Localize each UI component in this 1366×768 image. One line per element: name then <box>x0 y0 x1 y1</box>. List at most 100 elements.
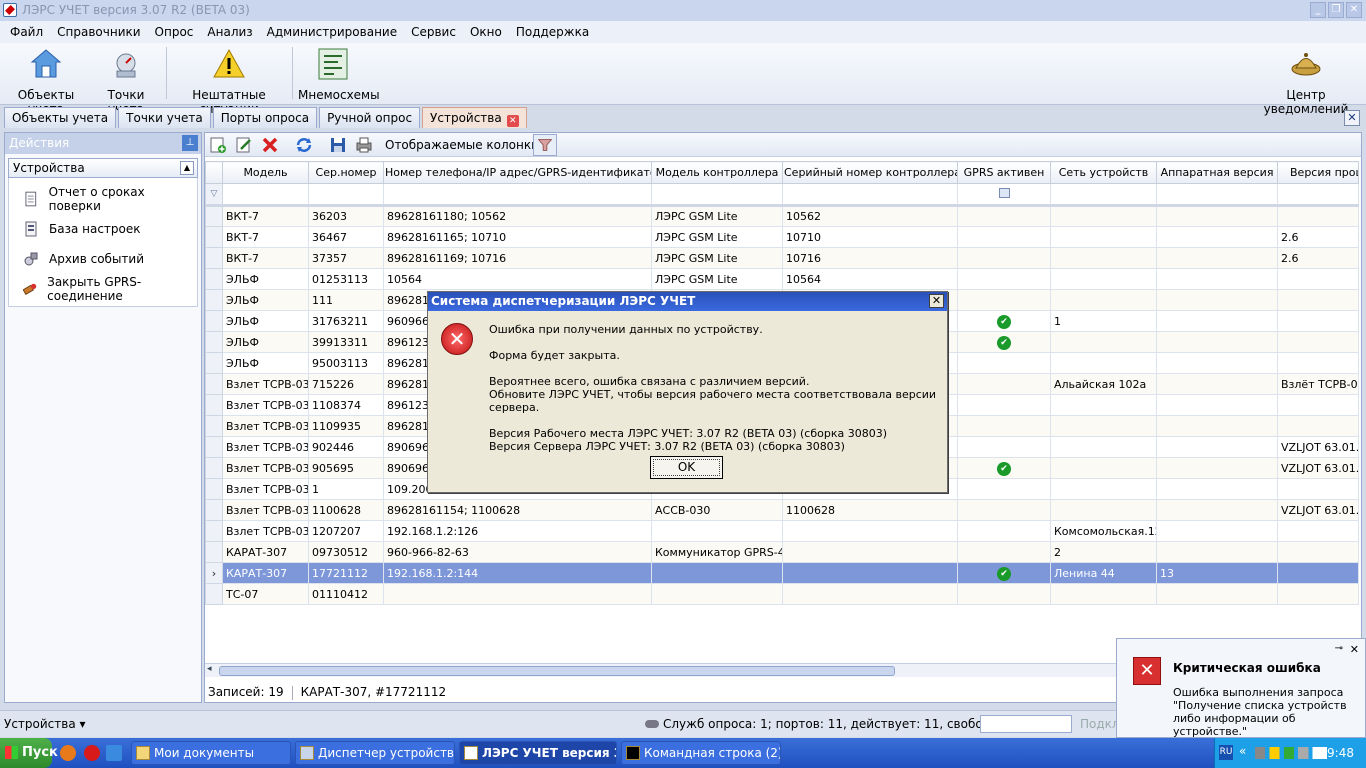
table-cell[interactable] <box>782 583 958 605</box>
table-cell[interactable]: 1 <box>1050 310 1157 332</box>
firefox-icon[interactable] <box>60 745 76 761</box>
table-cell[interactable]: 2.6 <box>1277 226 1359 248</box>
incidents-button[interactable]: Нештатные ситуации <box>172 47 286 116</box>
table-cell[interactable] <box>1156 310 1278 332</box>
table-cell[interactable] <box>957 226 1051 248</box>
table-cell[interactable]: Взлет ТСРВ-031 <box>222 373 309 395</box>
table-cell[interactable]: ✔ <box>957 310 1051 332</box>
table-cell[interactable]: 1100628 <box>308 499 384 521</box>
dialog-close-icon[interactable]: ✕ <box>929 294 944 308</box>
table-row[interactable]: ВКТ-7 37357 89628161169; 10716 ЛЭРС GSM Lit… <box>205 247 1359 269</box>
table-cell[interactable] <box>957 415 1051 437</box>
table-cell[interactable] <box>1050 436 1157 458</box>
tab-objects[interactable]: Объекты учета <box>4 107 117 128</box>
table-cell[interactable]: ЛЭРС GSM Lite <box>651 205 783 227</box>
table-cell[interactable] <box>651 583 783 605</box>
filter-cell[interactable] <box>651 183 783 207</box>
start-button[interactable]: Пуск <box>0 738 58 768</box>
notifications-button[interactable]: Центр уведомлений <box>1252 47 1360 116</box>
column-header[interactable]: Сер.номер <box>308 161 384 184</box>
row-indicator[interactable] <box>205 352 223 374</box>
table-cell[interactable] <box>1277 394 1359 416</box>
table-cell[interactable] <box>957 352 1051 374</box>
table-row[interactable]: ЭЛЬФ 01253113 10564 ЛЭРС GSM Lite 10564 <box>205 268 1359 290</box>
table-row[interactable]: Взлет ТСРВ-034 1100628 89628161154; 110062… <box>205 499 1359 521</box>
table-cell[interactable] <box>1277 520 1359 542</box>
table-cell[interactable] <box>957 394 1051 416</box>
filter-cell[interactable] <box>1156 183 1278 207</box>
table-cell[interactable] <box>1156 520 1278 542</box>
error-notification[interactable]: ⊸ ✕ ✕ Критическая ошибка Ошибка выполнен… <box>1116 638 1366 738</box>
restore-button[interactable]: ❐ <box>1328 2 1344 18</box>
tab-ports[interactable]: Порты опроса <box>212 107 318 128</box>
table-cell[interactable] <box>782 541 958 563</box>
row-indicator[interactable] <box>205 583 223 605</box>
table-cell[interactable] <box>957 478 1051 500</box>
table-cell[interactable]: ✔ <box>957 457 1051 479</box>
table-cell[interactable] <box>957 499 1051 521</box>
table-cell[interactable]: 2 <box>1050 541 1157 563</box>
table-cell[interactable]: 1100628 <box>782 499 958 521</box>
scrollbar-thumb[interactable] <box>219 666 895 676</box>
table-cell[interactable]: ЭЛЬФ <box>222 310 309 332</box>
tray-icons[interactable] <box>1255 747 1327 759</box>
action-event-archive[interactable]: Архив событий <box>9 244 197 274</box>
table-cell[interactable] <box>651 562 783 584</box>
task-lers[interactable]: ЛЭРС УЧЕТ версия 3.... <box>459 741 617 765</box>
table-cell[interactable]: Взлёт ТСРВ-030 <box>1277 373 1359 395</box>
table-cell[interactable] <box>1156 541 1278 563</box>
table-cell[interactable]: Комсомольская.126 <box>1050 520 1157 542</box>
row-indicator[interactable] <box>205 226 223 248</box>
close-window-button[interactable]: ✕ <box>1346 2 1362 18</box>
table-cell[interactable] <box>957 247 1051 269</box>
table-cell[interactable] <box>1156 583 1278 605</box>
table-cell[interactable]: 905695 <box>308 457 384 479</box>
task-cmd[interactable]: Командная строка (2) <box>621 741 781 765</box>
close-icon[interactable]: ✕ <box>1350 643 1359 656</box>
table-cell[interactable] <box>1156 436 1278 458</box>
table-cell[interactable]: 1 <box>308 478 384 500</box>
scroll-left-icon[interactable]: ◂ <box>207 664 212 674</box>
table-cell[interactable]: 1207207 <box>308 520 384 542</box>
table-cell[interactable]: 01110412 <box>308 583 384 605</box>
table-cell[interactable]: 17721112 <box>308 562 384 584</box>
table-cell[interactable] <box>1277 268 1359 290</box>
table-cell[interactable] <box>1050 205 1157 227</box>
table-cell[interactable]: ЛЭРС GSM Lite <box>651 226 783 248</box>
status-devices-dropdown[interactable]: Устройства ▾ <box>4 717 86 731</box>
table-cell[interactable] <box>957 541 1051 563</box>
table-row[interactable]: ТС-07 01110412 <box>205 583 1359 605</box>
table-cell[interactable] <box>383 583 652 605</box>
table-cell[interactable]: ЭЛЬФ <box>222 289 309 311</box>
table-cell[interactable]: 10564 <box>383 268 652 290</box>
table-cell[interactable] <box>1050 478 1157 500</box>
column-header[interactable]: Модель контроллера <box>651 161 783 184</box>
column-header[interactable]: Серийный номер контроллера <box>782 161 958 184</box>
chevron-up-icon[interactable]: ▲ <box>180 161 194 175</box>
column-header[interactable]: Модель <box>222 161 309 184</box>
table-cell[interactable]: 09730512 <box>308 541 384 563</box>
table-cell[interactable]: ТС-07 <box>222 583 309 605</box>
table-cell[interactable] <box>1156 289 1278 311</box>
row-indicator[interactable] <box>205 520 223 542</box>
table-cell[interactable] <box>1277 289 1359 311</box>
table-cell[interactable]: 10562 <box>782 205 958 227</box>
table-row[interactable]: КАРАТ-307 09730512 960-966-82-63 Коммуникат… <box>205 541 1359 563</box>
table-cell[interactable] <box>1277 310 1359 332</box>
table-cell[interactable]: 10716 <box>782 247 958 269</box>
action-settings-db[interactable]: База настроек <box>9 214 197 244</box>
table-cell[interactable]: 39913311 <box>308 331 384 353</box>
table-cell[interactable] <box>1277 205 1359 227</box>
tab-points[interactable]: Точки учета <box>118 107 211 128</box>
column-header[interactable]: Номер телефона/IP адрес/GPRS-идентификат… <box>383 161 652 184</box>
column-header[interactable]: Сеть устройств <box>1050 161 1157 184</box>
table-cell[interactable] <box>1156 394 1278 416</box>
delete-icon[interactable] <box>261 136 279 154</box>
table-cell[interactable]: Взлет ТСРВ-034 <box>222 478 309 500</box>
menu-service[interactable]: Сервис <box>404 25 463 39</box>
table-cell[interactable] <box>651 520 783 542</box>
table-cell[interactable]: ЭЛЬФ <box>222 268 309 290</box>
ie-icon[interactable] <box>106 745 122 761</box>
close-document-icon[interactable]: ✕ <box>1344 110 1360 126</box>
table-cell[interactable] <box>1277 352 1359 374</box>
